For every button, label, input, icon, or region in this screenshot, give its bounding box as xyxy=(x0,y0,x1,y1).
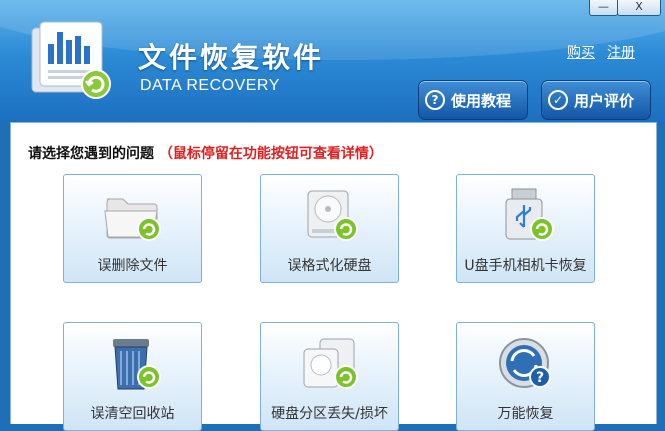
instruction-text: 请选择您遇到的问题 （鼠标停留在功能按钮可查看详情） xyxy=(28,143,383,163)
tile-label: 万能恢复 xyxy=(497,406,554,422)
tile-label: U盘手机相机卡恢复 xyxy=(464,258,587,274)
window-controls: — X xyxy=(589,0,661,16)
app-subtitle: DATA RECOVERY xyxy=(140,77,280,94)
tile-emptied-recycle-bin[interactable]: 误清空回收站 xyxy=(63,322,202,431)
tile-formatted-disk[interactable]: 误格式化硬盘 xyxy=(260,174,399,283)
tile-label: 硬盘分区丢失/损坏 xyxy=(271,406,388,422)
minimize-button[interactable]: — xyxy=(589,0,618,16)
app-title: 文件恢复软件 xyxy=(138,41,325,74)
tile-label: 误清空回收站 xyxy=(90,406,175,422)
tile-deleted-files[interactable]: 误删除文件 xyxy=(63,174,202,283)
user-reviews-button-label: 用户评价 xyxy=(574,91,635,110)
tile-label: 误删除文件 xyxy=(97,258,168,274)
user-reviews-button[interactable]: ✓ 用户评价 xyxy=(541,80,651,120)
hard-drive-icon xyxy=(307,190,358,241)
hover-hint: （鼠标停留在功能按钮可查看详情） xyxy=(158,146,383,162)
recycle-bin-icon xyxy=(113,339,161,390)
tile-universal-recovery[interactable]: ? 万能恢复 xyxy=(456,322,595,431)
tutorial-button-label: 使用教程 xyxy=(451,91,512,110)
usb-drive-icon xyxy=(505,188,554,241)
prompt-label: 请选择您遇到的问题 xyxy=(28,146,154,162)
partition-icon xyxy=(303,338,358,389)
tile-label: 误格式化硬盘 xyxy=(287,258,372,274)
universal-recovery-icon: ? xyxy=(499,338,551,388)
svg-text:?: ? xyxy=(536,370,544,386)
tile-partition-lost[interactable]: 硬盘分区丢失/损坏 xyxy=(260,322,399,431)
account-links: 购买 注册 xyxy=(567,42,635,62)
close-button[interactable]: X xyxy=(617,0,661,16)
buy-link[interactable]: 购买 xyxy=(567,42,595,62)
app-logo-icon xyxy=(31,21,111,99)
question-icon: ? xyxy=(425,90,445,110)
register-link[interactable]: 注册 xyxy=(607,42,635,62)
tile-usb-phone-camera-card[interactable]: U盘手机相机卡恢复 xyxy=(456,174,595,283)
thumbs-up-icon: ✓ xyxy=(548,90,568,110)
folder-icon xyxy=(104,198,161,241)
tutorial-button[interactable]: ? 使用教程 xyxy=(418,80,528,120)
app-header: — X 文件恢复软件 DATA RECOVERY 购买 注册 ? 使用教程 ✓ … xyxy=(0,0,665,122)
